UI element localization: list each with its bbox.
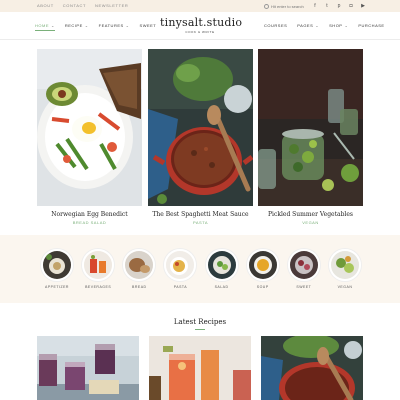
post-image[interactable] [37, 336, 139, 400]
nav-label: COURSES [264, 23, 288, 28]
chevron-down-icon: ⌄ [344, 23, 349, 28]
nav-item-home[interactable]: HOME ⌄ [35, 23, 55, 31]
nav-label: RECIPE [64, 23, 83, 28]
post-image[interactable] [37, 49, 142, 206]
post-image[interactable] [258, 49, 363, 206]
category-vegan[interactable]: VEGAN [328, 249, 361, 289]
instagram-icon[interactable]: ◘ [349, 3, 353, 9]
category-image[interactable] [123, 249, 156, 281]
chevron-down-icon: ⌄ [315, 23, 320, 28]
featured-post-2[interactable]: The Best Spaghetti Meat Sauce PASTA [148, 49, 253, 225]
top-links: ABOUT CONTACT NEWSLETTER [37, 3, 128, 8]
category-list: APPETIZER BEVERAGES BREAD PASTA SALAD SO… [41, 249, 361, 289]
featured-post-1[interactable]: Norwegian Egg Benedict BREAD SALAD [37, 49, 142, 225]
latest-recipes-heading: Latest Recipes [173, 318, 227, 326]
chevron-down-icon: ⌄ [125, 23, 130, 28]
nav-item-recipe[interactable]: RECIPE ⌄ [65, 23, 89, 28]
nav-label: PAGES [297, 23, 314, 28]
category-image[interactable] [82, 249, 115, 281]
category-salad[interactable]: SALAD [205, 249, 238, 289]
top-utility-bar: ABOUT CONTACT NEWSLETTER f t p ◘ ▶ [0, 0, 400, 12]
primary-nav-left: HOME ⌄ RECIPE ⌄ FEATURES ⌄ SWEET [35, 23, 157, 31]
post-image[interactable] [261, 336, 363, 400]
chevron-down-icon: ⌄ [84, 23, 89, 28]
category-image[interactable] [164, 249, 197, 281]
category-label[interactable]: VEGAN [338, 285, 353, 289]
heading-underline [195, 329, 205, 330]
site-logo[interactable]: tinysalt.studio COOK & WRITE [160, 16, 243, 34]
category-sweet[interactable]: SWEET [287, 249, 320, 289]
nav-label: PURCHASE [358, 23, 385, 28]
latest-recipe-2[interactable] [149, 336, 251, 400]
nav-item-purchase[interactable]: PURCHASE [358, 23, 384, 28]
post-category[interactable]: PASTA [148, 220, 253, 225]
logo-name: tinysalt.studio [160, 16, 243, 29]
featured-post-3[interactable]: Pickled Summer Vegetables VEGAN [258, 49, 363, 225]
nav-item-features[interactable]: FEATURES ⌄ [99, 23, 130, 28]
category-image[interactable] [41, 249, 73, 281]
category-soup[interactable]: SOUP [246, 249, 279, 289]
category-pasta[interactable]: PASTA [164, 249, 197, 289]
post-title[interactable]: The Best Spaghetti Meat Sauce [148, 211, 253, 218]
post-title[interactable]: Norwegian Egg Benedict [37, 211, 142, 218]
nav-divider [0, 39, 400, 40]
nav-item-sweet[interactable]: SWEET [140, 23, 157, 28]
facebook-icon[interactable]: f [313, 3, 317, 9]
category-image[interactable] [287, 249, 320, 281]
category-label[interactable]: SWEET [296, 285, 311, 289]
post-category[interactable]: BREAD SALAD [37, 220, 142, 225]
nav-label: HOME [35, 23, 49, 28]
youtube-icon[interactable]: ▶ [361, 3, 365, 9]
category-image[interactable] [328, 249, 361, 281]
category-label[interactable]: SALAD [215, 285, 229, 289]
category-label[interactable]: BREAD [132, 285, 147, 289]
nav-item-shop[interactable]: SHOP ⌄ [329, 23, 348, 28]
latest-recipe-1[interactable] [37, 336, 139, 400]
social-links: f t p ◘ ▶ [313, 3, 365, 9]
nav-label: SWEET [139, 23, 157, 28]
category-image[interactable] [205, 249, 238, 281]
category-bread[interactable]: BREAD [123, 249, 156, 289]
twitter-icon[interactable]: t [325, 3, 329, 9]
chevron-down-icon: ⌄ [51, 23, 55, 28]
logo-tagline: COOK & WRITE [185, 30, 215, 34]
post-category[interactable]: VEGAN [258, 220, 363, 225]
post-image[interactable] [149, 336, 251, 400]
pinterest-icon[interactable]: p [337, 3, 341, 9]
category-label[interactable]: BEVERAGES [85, 285, 111, 289]
top-link-newsletter[interactable]: NEWSLETTER [95, 3, 128, 8]
category-label[interactable]: APPETIZER [45, 285, 69, 289]
category-beverages[interactable]: BEVERAGES [82, 249, 115, 289]
post-image[interactable] [148, 49, 253, 206]
search-input[interactable] [271, 3, 311, 9]
nav-item-pages[interactable]: PAGES ⌄ [297, 23, 319, 28]
category-appetizer[interactable]: APPETIZER [41, 249, 73, 289]
nav-label: FEATURES [98, 23, 124, 28]
search-icon[interactable] [264, 3, 269, 9]
latest-recipe-3[interactable] [261, 336, 363, 400]
category-label[interactable]: PASTA [174, 285, 187, 289]
primary-nav-right: COURSES PAGES ⌄ SHOP ⌄ PURCHASE [264, 23, 385, 28]
category-image[interactable] [246, 249, 279, 281]
nav-label: SHOP [329, 23, 343, 28]
category-label[interactable]: SOUP [257, 285, 269, 289]
nav-item-courses[interactable]: COURSES [264, 23, 287, 28]
top-link-contact[interactable]: CONTACT [63, 3, 86, 8]
post-title[interactable]: Pickled Summer Vegetables [258, 211, 363, 218]
top-link-about[interactable]: ABOUT [37, 3, 54, 8]
header-search [264, 2, 311, 10]
